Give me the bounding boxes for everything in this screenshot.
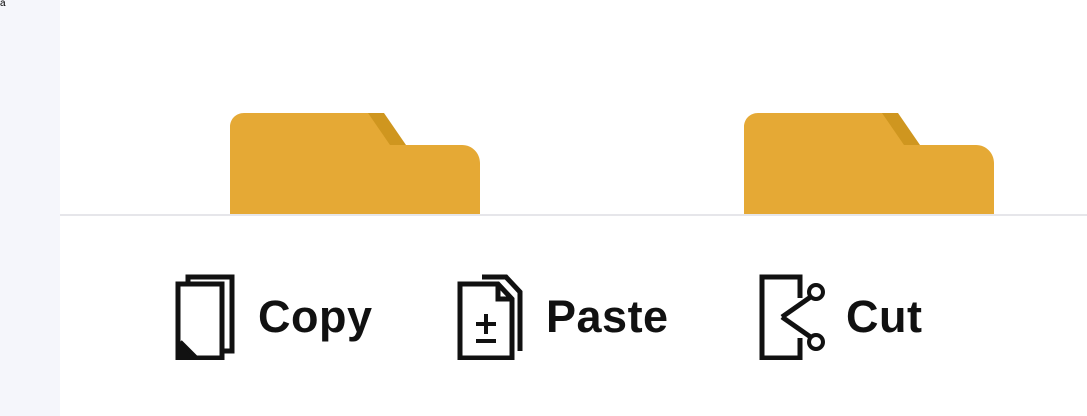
- folder-icon: [230, 113, 480, 214]
- copy-icon: [166, 274, 238, 360]
- file-manager-window: a Copy Paste Cut: [0, 0, 1087, 416]
- copy-button[interactable]: Copy: [166, 274, 373, 360]
- folder-item[interactable]: [744, 113, 994, 214]
- paste-button[interactable]: Paste: [454, 274, 669, 360]
- cut-label: Cut: [846, 291, 923, 342]
- content-area: Copy Paste Cut: [60, 0, 1087, 416]
- action-bar: Copy Paste Cut: [60, 216, 1087, 416]
- paste-label: Paste: [546, 291, 669, 342]
- paste-icon: [454, 274, 526, 360]
- cut-icon: [754, 274, 826, 360]
- copy-label: Copy: [258, 291, 373, 342]
- left-rail-mark: a: [0, 0, 6, 9]
- folder-icon: [744, 113, 994, 214]
- left-rail: a: [0, 0, 60, 416]
- folder-item[interactable]: [230, 113, 480, 214]
- cut-button[interactable]: Cut: [754, 274, 922, 360]
